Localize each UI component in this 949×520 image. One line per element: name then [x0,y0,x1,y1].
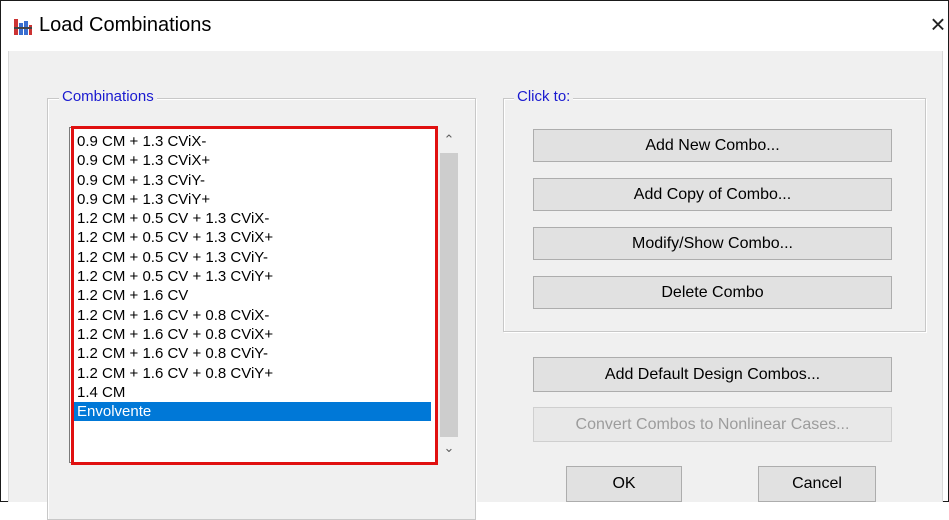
list-item[interactable]: 0.9 CM + 1.3 CViY- [74,171,431,190]
list-item[interactable]: 1.4 CM [74,383,431,402]
combinations-list: 0.9 CM + 1.3 CViX- 0.9 CM + 1.3 CViX+ 0.9 … [74,132,431,422]
app-icon [14,19,32,35]
list-item[interactable]: 1.2 CM + 1.6 CV + 0.8 CViX- [74,306,431,325]
add-copy-combo-button[interactable]: Add Copy of Combo... [533,178,892,211]
cancel-button[interactable]: Cancel [758,466,876,502]
scroll-down-icon[interactable]: ⌄ [438,437,460,459]
combinations-group-label: Combinations [59,88,157,106]
add-new-combo-button[interactable]: Add New Combo... [533,129,892,162]
window-title: Load Combinations [39,14,212,36]
list-item[interactable]: 0.9 CM + 1.3 CViX- [74,132,431,151]
ok-button[interactable]: OK [566,466,682,502]
close-icon[interactable]: × [925,9,949,39]
list-item[interactable]: 1.2 CM + 1.6 CV + 0.8 CViY+ [74,364,431,383]
list-item[interactable]: 0.9 CM + 1.3 CViY+ [74,190,431,209]
combinations-listbox[interactable]: 0.9 CM + 1.3 CViX- 0.9 CM + 1.3 CViX+ 0.9 … [69,127,437,463]
list-item[interactable]: 1.2 CM + 0.5 CV + 1.3 CViY+ [74,267,431,286]
scroll-up-icon[interactable]: ⌃ [438,129,460,151]
list-item[interactable]: 0.9 CM + 1.3 CViX+ [74,151,431,170]
convert-combos-button: Convert Combos to Nonlinear Cases... [533,407,892,442]
list-item[interactable]: 1.2 CM + 1.6 CV + 0.8 CViX+ [74,325,431,344]
add-default-design-combos-button[interactable]: Add Default Design Combos... [533,357,892,392]
title-bar[interactable]: Load Combinations × [1,1,948,51]
list-item[interactable]: 1.2 CM + 1.6 CV + 0.8 CViY- [74,344,431,363]
scroll-thumb[interactable] [440,153,458,437]
list-item[interactable]: 1.2 CM + 1.6 CV [74,286,431,305]
list-item[interactable]: 1.2 CM + 0.5 CV + 1.3 CViY- [74,248,431,267]
list-item[interactable]: 1.2 CM + 0.5 CV + 1.3 CViX- [74,209,431,228]
list-scrollbar[interactable]: ⌃ ⌄ [437,127,460,463]
delete-combo-button[interactable]: Delete Combo [533,276,892,309]
modify-show-combo-button[interactable]: Modify/Show Combo... [533,227,892,260]
list-item[interactable]: 1.2 CM + 0.5 CV + 1.3 CViX+ [74,228,431,247]
click-to-group-label: Click to: [514,88,574,106]
list-item[interactable]: Envolvente [74,402,431,422]
